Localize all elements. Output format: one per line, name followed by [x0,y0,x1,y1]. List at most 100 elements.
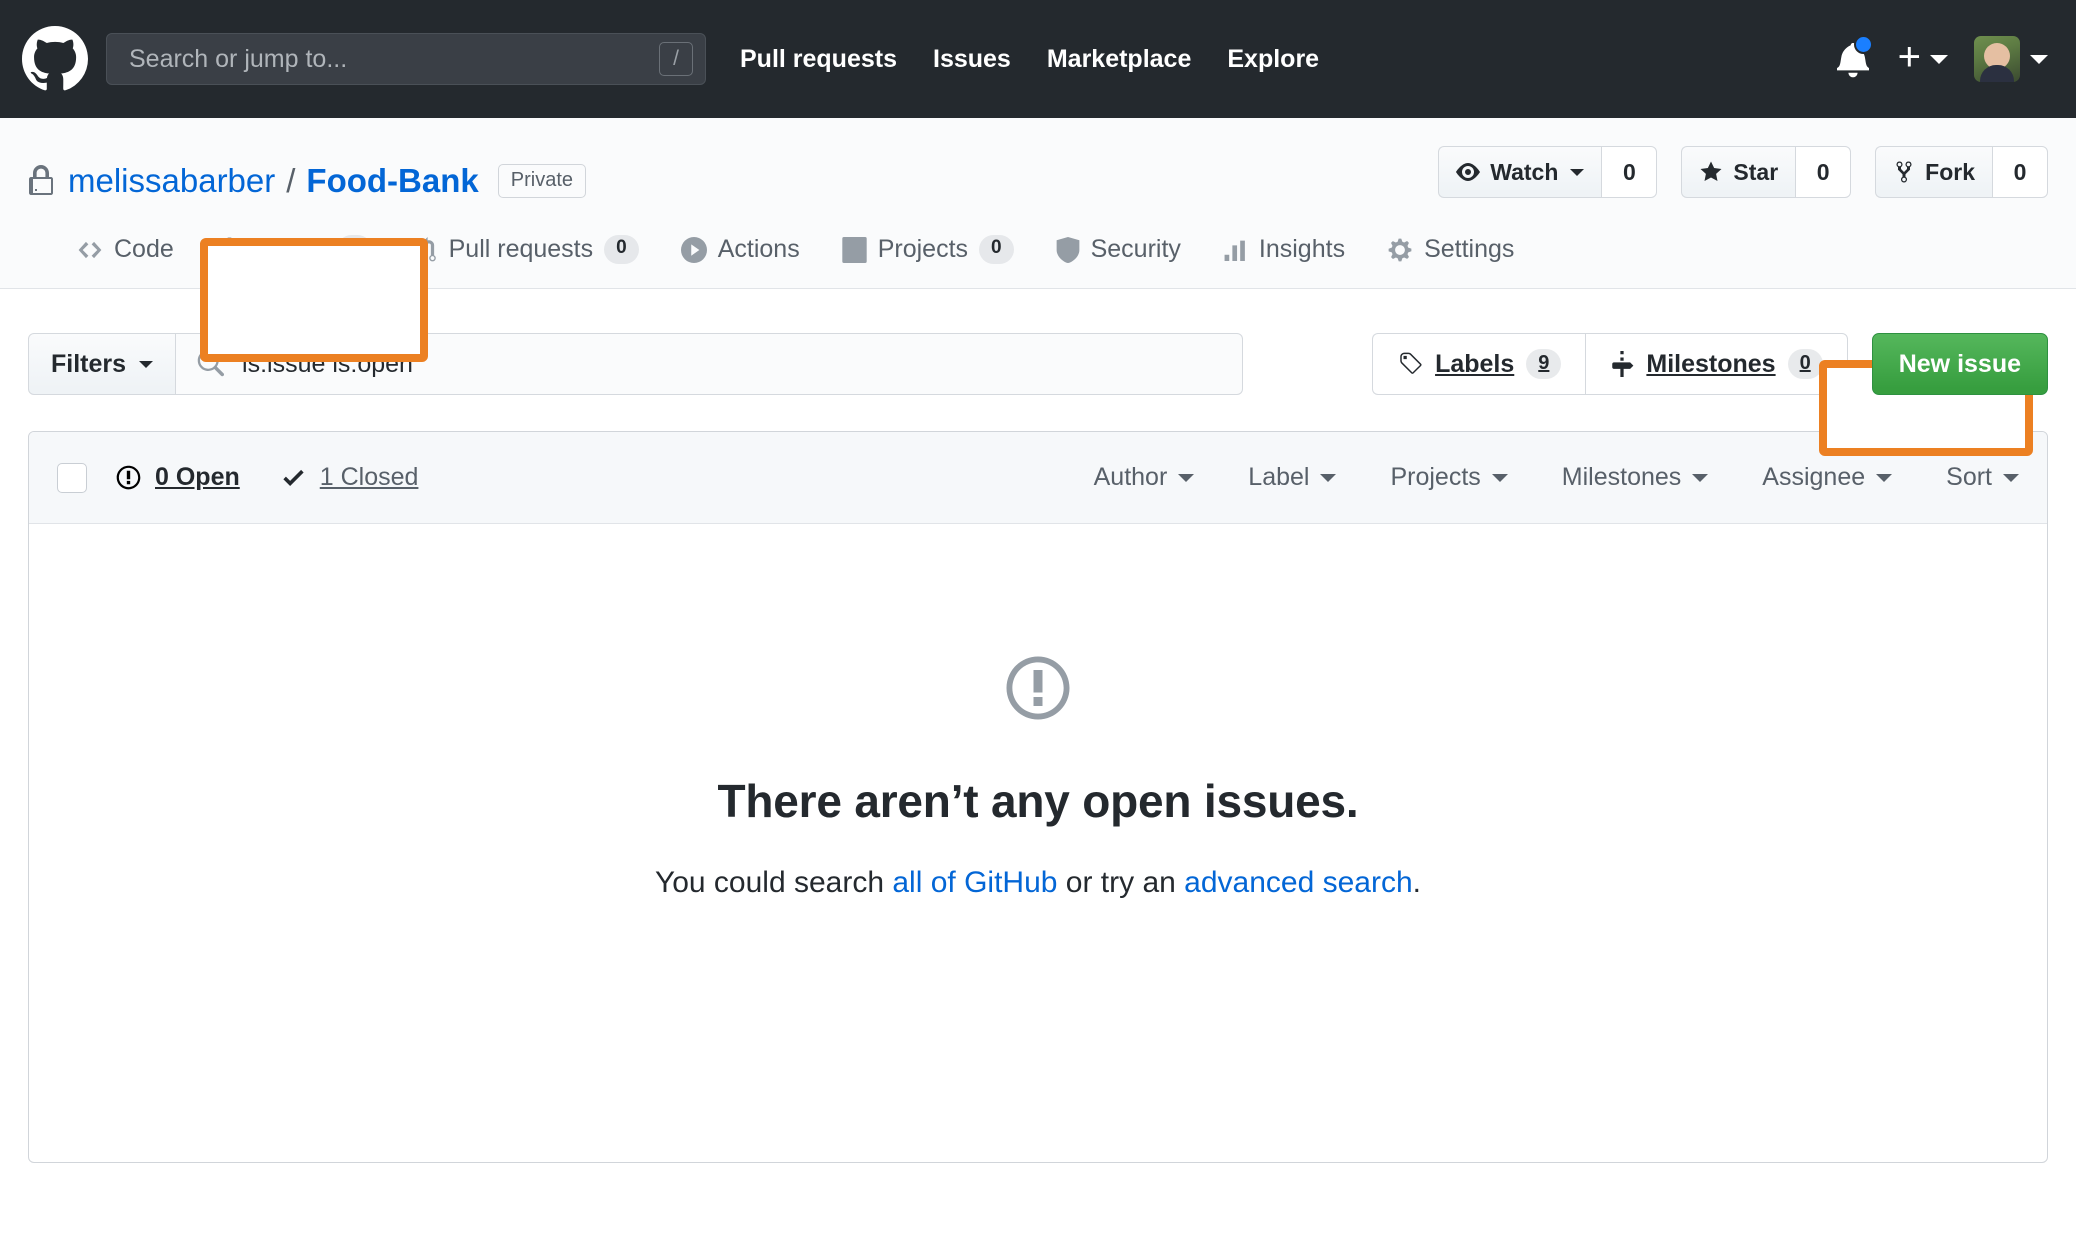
labels-button-label: Labels [1435,349,1515,378]
tab-security[interactable]: Security [1035,235,1202,288]
repo-visibility-badge: Private [497,164,586,198]
tab-projects[interactable]: Projects 0 [821,235,1035,288]
author-filter[interactable]: Author [1094,463,1195,492]
sort-filter-label: Sort [1946,463,1992,491]
check-icon [280,464,307,491]
eye-icon [1456,160,1481,184]
new-issue-button[interactable]: New issue [1871,333,2048,395]
milestones-filter[interactable]: Milestones [1562,463,1709,492]
open-issues-filter[interactable]: 0 Open [115,463,240,492]
tab-actions[interactable]: Actions [660,235,821,288]
global-search-box[interactable]: / [106,33,706,85]
assignee-filter-label: Assignee [1762,463,1866,491]
lock-icon [28,165,54,197]
fork-count[interactable]: 0 [1992,146,2048,198]
repo-name-link[interactable]: Food-Bank [306,162,478,200]
filters-button[interactable]: Filters [28,333,177,395]
empty-state-text-before: You could search [654,866,893,899]
tab-settings[interactable]: Settings [1366,235,1535,288]
star-button-label: Star [1733,158,1779,185]
issues-search-field[interactable] [176,333,1243,395]
star-button[interactable]: Star [1681,146,1796,198]
tab-insights[interactable]: Insights [1202,235,1366,288]
global-header: / Pull requests Issues Marketplace Explo… [0,0,2076,118]
issues-search-input[interactable] [240,348,1222,380]
github-logo-link[interactable] [22,26,88,92]
tab-issues-count: 0 [337,235,372,264]
labels-button[interactable]: Labels 9 [1372,333,1586,395]
author-filter-label: Author [1093,463,1168,491]
search-icon [196,350,225,378]
global-nav-pull-requests[interactable]: Pull requests [740,45,897,74]
tab-pull-requests[interactable]: Pull requests 0 [393,235,660,288]
milestones-button[interactable]: Milestones 0 [1585,333,1848,395]
play-icon [680,236,707,263]
global-nav-explore[interactable]: Explore [1227,45,1319,74]
chevron-down-icon [1692,473,1709,482]
issues-toolbar-right: Labels 9 Milestones 0 New issue [1372,333,2048,395]
tab-code-label: Code [114,235,174,263]
label-filter[interactable]: Label [1248,463,1337,492]
projects-filter[interactable]: Projects [1390,463,1508,492]
issues-filter-group: Filters [28,333,1243,395]
issues-list-header: 0 Open 1 Closed Author Label Projects Mi… [29,432,2047,524]
advanced-search-link[interactable]: advanced search [1184,866,1413,899]
milestones-button-label: Milestones [1646,349,1776,378]
issue-opened-icon [216,236,243,263]
labels-count: 9 [1526,349,1562,379]
tab-issues[interactable]: Issues 0 [195,235,393,289]
project-icon [842,236,867,263]
issue-opened-icon [115,464,142,491]
filters-button-label: Filters [51,349,127,378]
empty-state-description: You could search all of GitHub or try an… [655,866,1421,900]
milestones-count: 0 [1787,349,1823,379]
fork-button-label: Fork [1925,158,1975,185]
plus-icon: + [1897,35,1921,79]
tab-projects-label: Projects [877,235,969,263]
tab-projects-count: 0 [979,235,1014,264]
issue-opened-large-icon [1002,652,1074,724]
assignee-filter[interactable]: Assignee [1762,463,1893,492]
closed-issues-filter[interactable]: 1 Closed [280,463,419,492]
issues-page-content: Filters Labels 9 [0,333,2076,1163]
github-mark-icon [22,26,88,92]
watch-button-group: Watch 0 [1438,146,1658,198]
global-nav-marketplace[interactable]: Marketplace [1047,45,1192,74]
sort-filter[interactable]: Sort [1946,463,2019,492]
star-button-group: Star 0 [1681,146,1852,198]
git-pull-request-icon [414,236,438,263]
avatar [1974,36,2020,82]
repo-path-separator: / [286,162,296,199]
global-nav: Pull requests Issues Marketplace Explore [740,45,1319,74]
tab-issues-label: Issues [253,235,327,263]
watch-count[interactable]: 0 [1601,146,1658,198]
closed-issues-label: 1 Closed [319,463,419,491]
search-input[interactable] [127,43,659,75]
star-count[interactable]: 0 [1795,146,1852,198]
notifications-button[interactable] [1834,35,1873,81]
tab-code[interactable]: Code [56,235,195,288]
projects-filter-label: Projects [1390,463,1481,491]
watch-button[interactable]: Watch [1438,146,1602,198]
global-nav-issues[interactable]: Issues [933,45,1011,74]
chevron-down-icon [1570,168,1585,176]
shield-icon [1056,236,1080,263]
chevron-down-icon [1491,473,1508,482]
chevron-down-icon [1876,473,1893,482]
labels-milestones-group: Labels 9 Milestones 0 [1372,333,1848,395]
repo-owner-link[interactable]: melissabarber [68,162,275,200]
all-of-github-link[interactable]: all of GitHub [892,866,1057,899]
chevron-down-icon [2003,473,2019,482]
user-menu-button[interactable] [1974,36,2048,82]
select-all-checkbox[interactable] [57,462,87,493]
fork-button[interactable]: Fork [1875,146,1992,198]
milestone-icon [1610,351,1634,377]
fork-button-group: Fork 0 [1875,146,2048,198]
repository-actions: Watch 0 Star 0 Fork 0 [1438,146,2048,198]
tab-pull-requests-label: Pull requests [448,235,594,263]
empty-state-text-after: . [1412,866,1422,899]
create-new-button[interactable]: + [1897,35,1948,79]
notification-unread-dot [1853,35,1873,54]
repository-tabs: Code Issues 0 Pull requests 0 Actions Pr… [28,208,2048,289]
global-header-actions: + [1834,35,2048,82]
